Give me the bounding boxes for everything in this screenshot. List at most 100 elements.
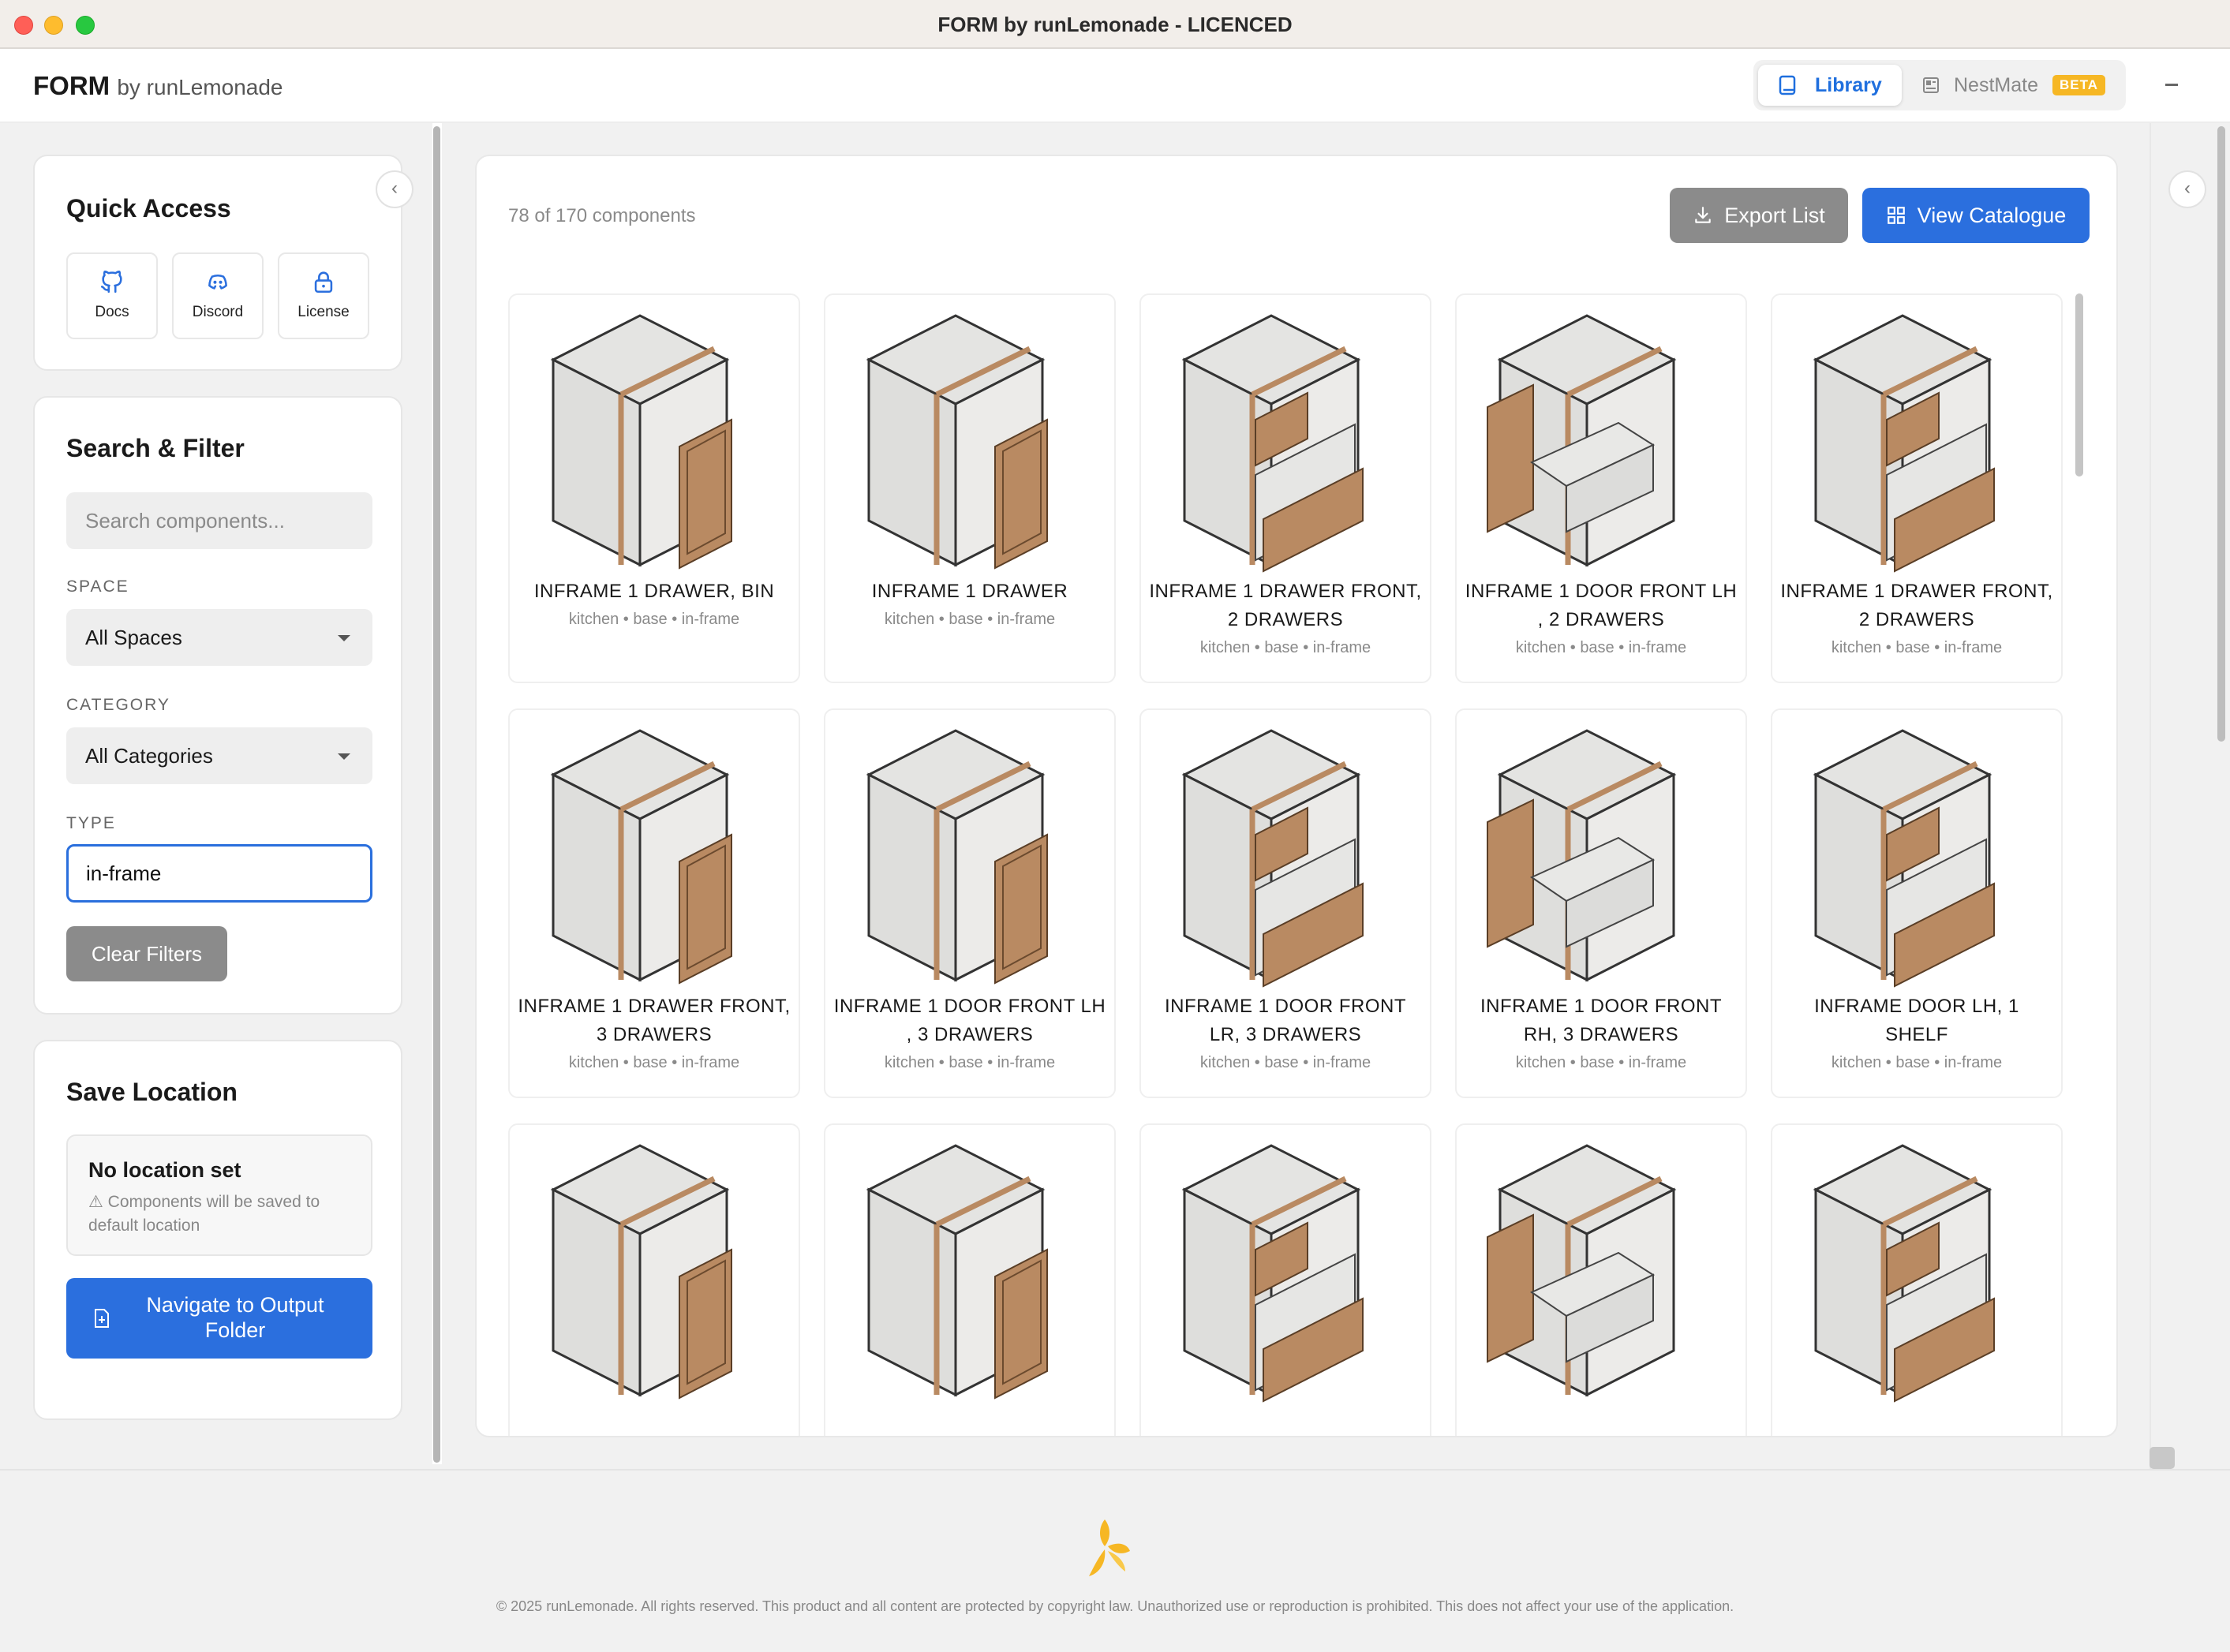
component-name: INFRAME 1 DRAWER FRONT, 3 DRAWERS bbox=[518, 996, 791, 1045]
search-input[interactable]: Search components... bbox=[66, 492, 372, 549]
right-scrollbar-thumb[interactable] bbox=[2217, 126, 2225, 742]
navigate-output-folder-button[interactable]: Navigate to Output Folder bbox=[66, 1278, 372, 1359]
view-catalogue-label: View Catalogue bbox=[1917, 203, 2067, 227]
category-select[interactable]: All Categories bbox=[66, 727, 372, 784]
component-tags: kitchen • base • in-frame bbox=[568, 1054, 740, 1071]
cabinet-thumbnail bbox=[550, 729, 732, 985]
component-name: INFRAME 1 DRAWER FRONT, 2 DRAWERS bbox=[1780, 581, 2053, 630]
brand-main: FORM bbox=[33, 71, 110, 100]
license-label: License bbox=[297, 304, 350, 320]
footer: © 2025 runLemonade. All rights reserved.… bbox=[0, 1469, 2230, 1652]
export-list-button[interactable]: Export List bbox=[1670, 188, 1848, 243]
space-select[interactable]: All Spaces bbox=[66, 609, 372, 666]
navigate-output-folder-label: Navigate to Output Folder bbox=[146, 1293, 324, 1342]
discord-button[interactable]: Discord bbox=[172, 252, 264, 339]
cabinet-thumbnail bbox=[866, 729, 1048, 985]
view-switcher: Library NestMate BETA bbox=[1753, 60, 2126, 110]
component-card[interactable]: INFRAME 1 DRAWER, BIN kitchen • base • in… bbox=[508, 293, 800, 683]
component-tags: kitchen • base • in-frame bbox=[1515, 639, 1687, 656]
copyright-text: © 2025 runLemonade. All rights reserved.… bbox=[496, 1598, 1734, 1614]
component-card[interactable]: INFRAME 1 DRAWER kitchen • base • in-fram… bbox=[824, 293, 1116, 683]
type-label: TYPE bbox=[66, 814, 116, 832]
cabinet-thumbnail bbox=[550, 1144, 732, 1400]
component-card[interactable]: INFRAME 1 DOOR FRONT LR, 3 DRAWERS kitche… bbox=[1139, 708, 1431, 1098]
component-card[interactable]: INFRAME 1 DRAWER FRONT, 2 DRAWERS kitchen… bbox=[1771, 293, 2063, 683]
cabinet-thumbnail bbox=[1487, 729, 1677, 982]
clear-filters-button[interactable]: Clear Filters bbox=[66, 926, 227, 981]
component-card[interactable]: INFRAME 1 DOOR FRONT LH , 3 DRAWERS kitch… bbox=[824, 708, 1116, 1098]
cabinet-thumbnail bbox=[1181, 1144, 1364, 1403]
cabinet-thumbnail bbox=[1813, 1144, 1995, 1403]
cabinet-thumbnail bbox=[1181, 729, 1364, 988]
cabinet-thumbnail bbox=[866, 1144, 1048, 1400]
component-tags: kitchen • base • in-frame bbox=[568, 611, 740, 628]
download-icon bbox=[1695, 207, 1711, 223]
cabinet-thumbnail bbox=[1487, 314, 1677, 567]
cabinet-thumbnail bbox=[1181, 314, 1364, 573]
component-card[interactable]: INFRAME 1 DOOR FRONT LH , 2 DRAWERS kitch… bbox=[1455, 293, 1747, 683]
search-filter-card: Search & Filter Search components... SPA… bbox=[33, 396, 402, 1015]
docs-label: Docs bbox=[95, 304, 129, 320]
component-name: INFRAME 1 DOOR FRONT LH , 3 DRAWERS bbox=[833, 996, 1106, 1045]
components-panel: 78 of 170 components Export List View Ca… bbox=[475, 155, 2118, 1437]
window-title: FORM by runLemonade - LICENCED bbox=[937, 13, 1293, 36]
minimize-panel-button[interactable] bbox=[2165, 84, 2178, 86]
save-location-title: Save Location bbox=[66, 1078, 238, 1106]
tab-nestmate[interactable]: NestMate BETA bbox=[1922, 65, 2105, 106]
component-card[interactable]: INFRAME 1 DOOR FRONT RH, 3 DRAWERS kitche… bbox=[1455, 708, 1747, 1098]
component-name: INFRAME 1 DOOR FRONT RH, 3 DRAWERS bbox=[1480, 996, 1722, 1045]
component-name: INFRAME 1 DOOR FRONT LR, 3 DRAWERS bbox=[1164, 996, 1406, 1045]
component-name: INFRAME DOOR LH, 1 SHELF bbox=[1814, 996, 2019, 1045]
sidebar-scrollbar-thumb[interactable] bbox=[433, 126, 440, 1463]
resize-handle[interactable] bbox=[2150, 1447, 2175, 1469]
component-card[interactable]: INFRAME 1 DRAWER FRONT, 3 DRAWERS kitchen… bbox=[508, 708, 800, 1098]
expand-right-panel-button[interactable]: ‹ bbox=[2168, 170, 2206, 208]
search-filter-title: Search & Filter bbox=[66, 434, 245, 462]
window-titlebar: FORM by runLemonade - LICENCED bbox=[0, 0, 2230, 49]
tab-library-label: Library bbox=[1815, 73, 1882, 96]
component-name: INFRAME 1 DRAWER FRONT, 2 DRAWERS bbox=[1149, 581, 1422, 630]
chevron-left-icon: ‹ bbox=[391, 178, 398, 199]
grid-scrollbar-thumb[interactable] bbox=[2075, 293, 2083, 477]
brand-sub: by runLemonade bbox=[117, 75, 283, 99]
location-status: No location set ⚠ Components will be sav… bbox=[66, 1134, 372, 1256]
component-card[interactable] bbox=[508, 1123, 800, 1436]
collapse-sidebar-button[interactable]: ‹ bbox=[376, 170, 413, 208]
type-input[interactable]: in-frame bbox=[66, 844, 372, 903]
component-card[interactable] bbox=[1139, 1123, 1431, 1436]
component-card[interactable]: INFRAME DOOR LH, 1 SHELF kitchen • base •… bbox=[1771, 708, 2063, 1098]
app-header: FORM by runLemonade Library NestMate BET… bbox=[0, 49, 2230, 123]
view-catalogue-button[interactable]: View Catalogue bbox=[1862, 188, 2090, 243]
category-label: CATEGORY bbox=[66, 696, 170, 714]
location-status-title: No location set bbox=[88, 1158, 241, 1182]
component-name: INFRAME 1 DRAWER, BIN bbox=[533, 581, 775, 602]
docs-button[interactable]: Docs bbox=[66, 252, 158, 339]
tab-library[interactable]: Library bbox=[1758, 65, 1902, 106]
component-count: 78 of 170 components bbox=[508, 205, 696, 226]
tab-nestmate-label: NestMate bbox=[1954, 73, 2038, 96]
cabinet-thumbnail bbox=[1487, 1144, 1677, 1397]
save-location-card: Save Location No location set ⚠ Componen… bbox=[33, 1040, 402, 1420]
component-card[interactable] bbox=[824, 1123, 1116, 1436]
layout-icon bbox=[1923, 77, 1939, 93]
chevron-down-icon bbox=[338, 753, 350, 760]
cabinet-thumbnail bbox=[1813, 314, 1995, 573]
space-select-value: All Spaces bbox=[85, 626, 182, 649]
brand-logo: FORM by runLemonade bbox=[33, 71, 282, 101]
lock-icon bbox=[314, 271, 333, 293]
cabinet-thumbnail bbox=[550, 314, 732, 570]
discord-label: Discord bbox=[192, 304, 244, 320]
discord-icon bbox=[208, 274, 227, 290]
component-card[interactable] bbox=[1771, 1123, 2063, 1436]
file-export-icon bbox=[95, 1309, 109, 1328]
component-card[interactable]: INFRAME 1 DRAWER FRONT, 2 DRAWERS kitchen… bbox=[1139, 293, 1431, 683]
book-icon bbox=[1779, 75, 1796, 95]
component-card[interactable] bbox=[1455, 1123, 1747, 1436]
component-tags: kitchen • base • in-frame bbox=[1515, 1054, 1687, 1071]
component-tags: kitchen • base • in-frame bbox=[1831, 1054, 2003, 1071]
component-name: INFRAME 1 DOOR FRONT LH , 2 DRAWERS bbox=[1465, 581, 1738, 630]
license-button[interactable]: License bbox=[278, 252, 369, 339]
cabinet-thumbnail bbox=[866, 314, 1048, 570]
cabinet-thumbnail bbox=[1813, 729, 1995, 988]
component-tags: kitchen • base • in-frame bbox=[884, 1054, 1056, 1071]
